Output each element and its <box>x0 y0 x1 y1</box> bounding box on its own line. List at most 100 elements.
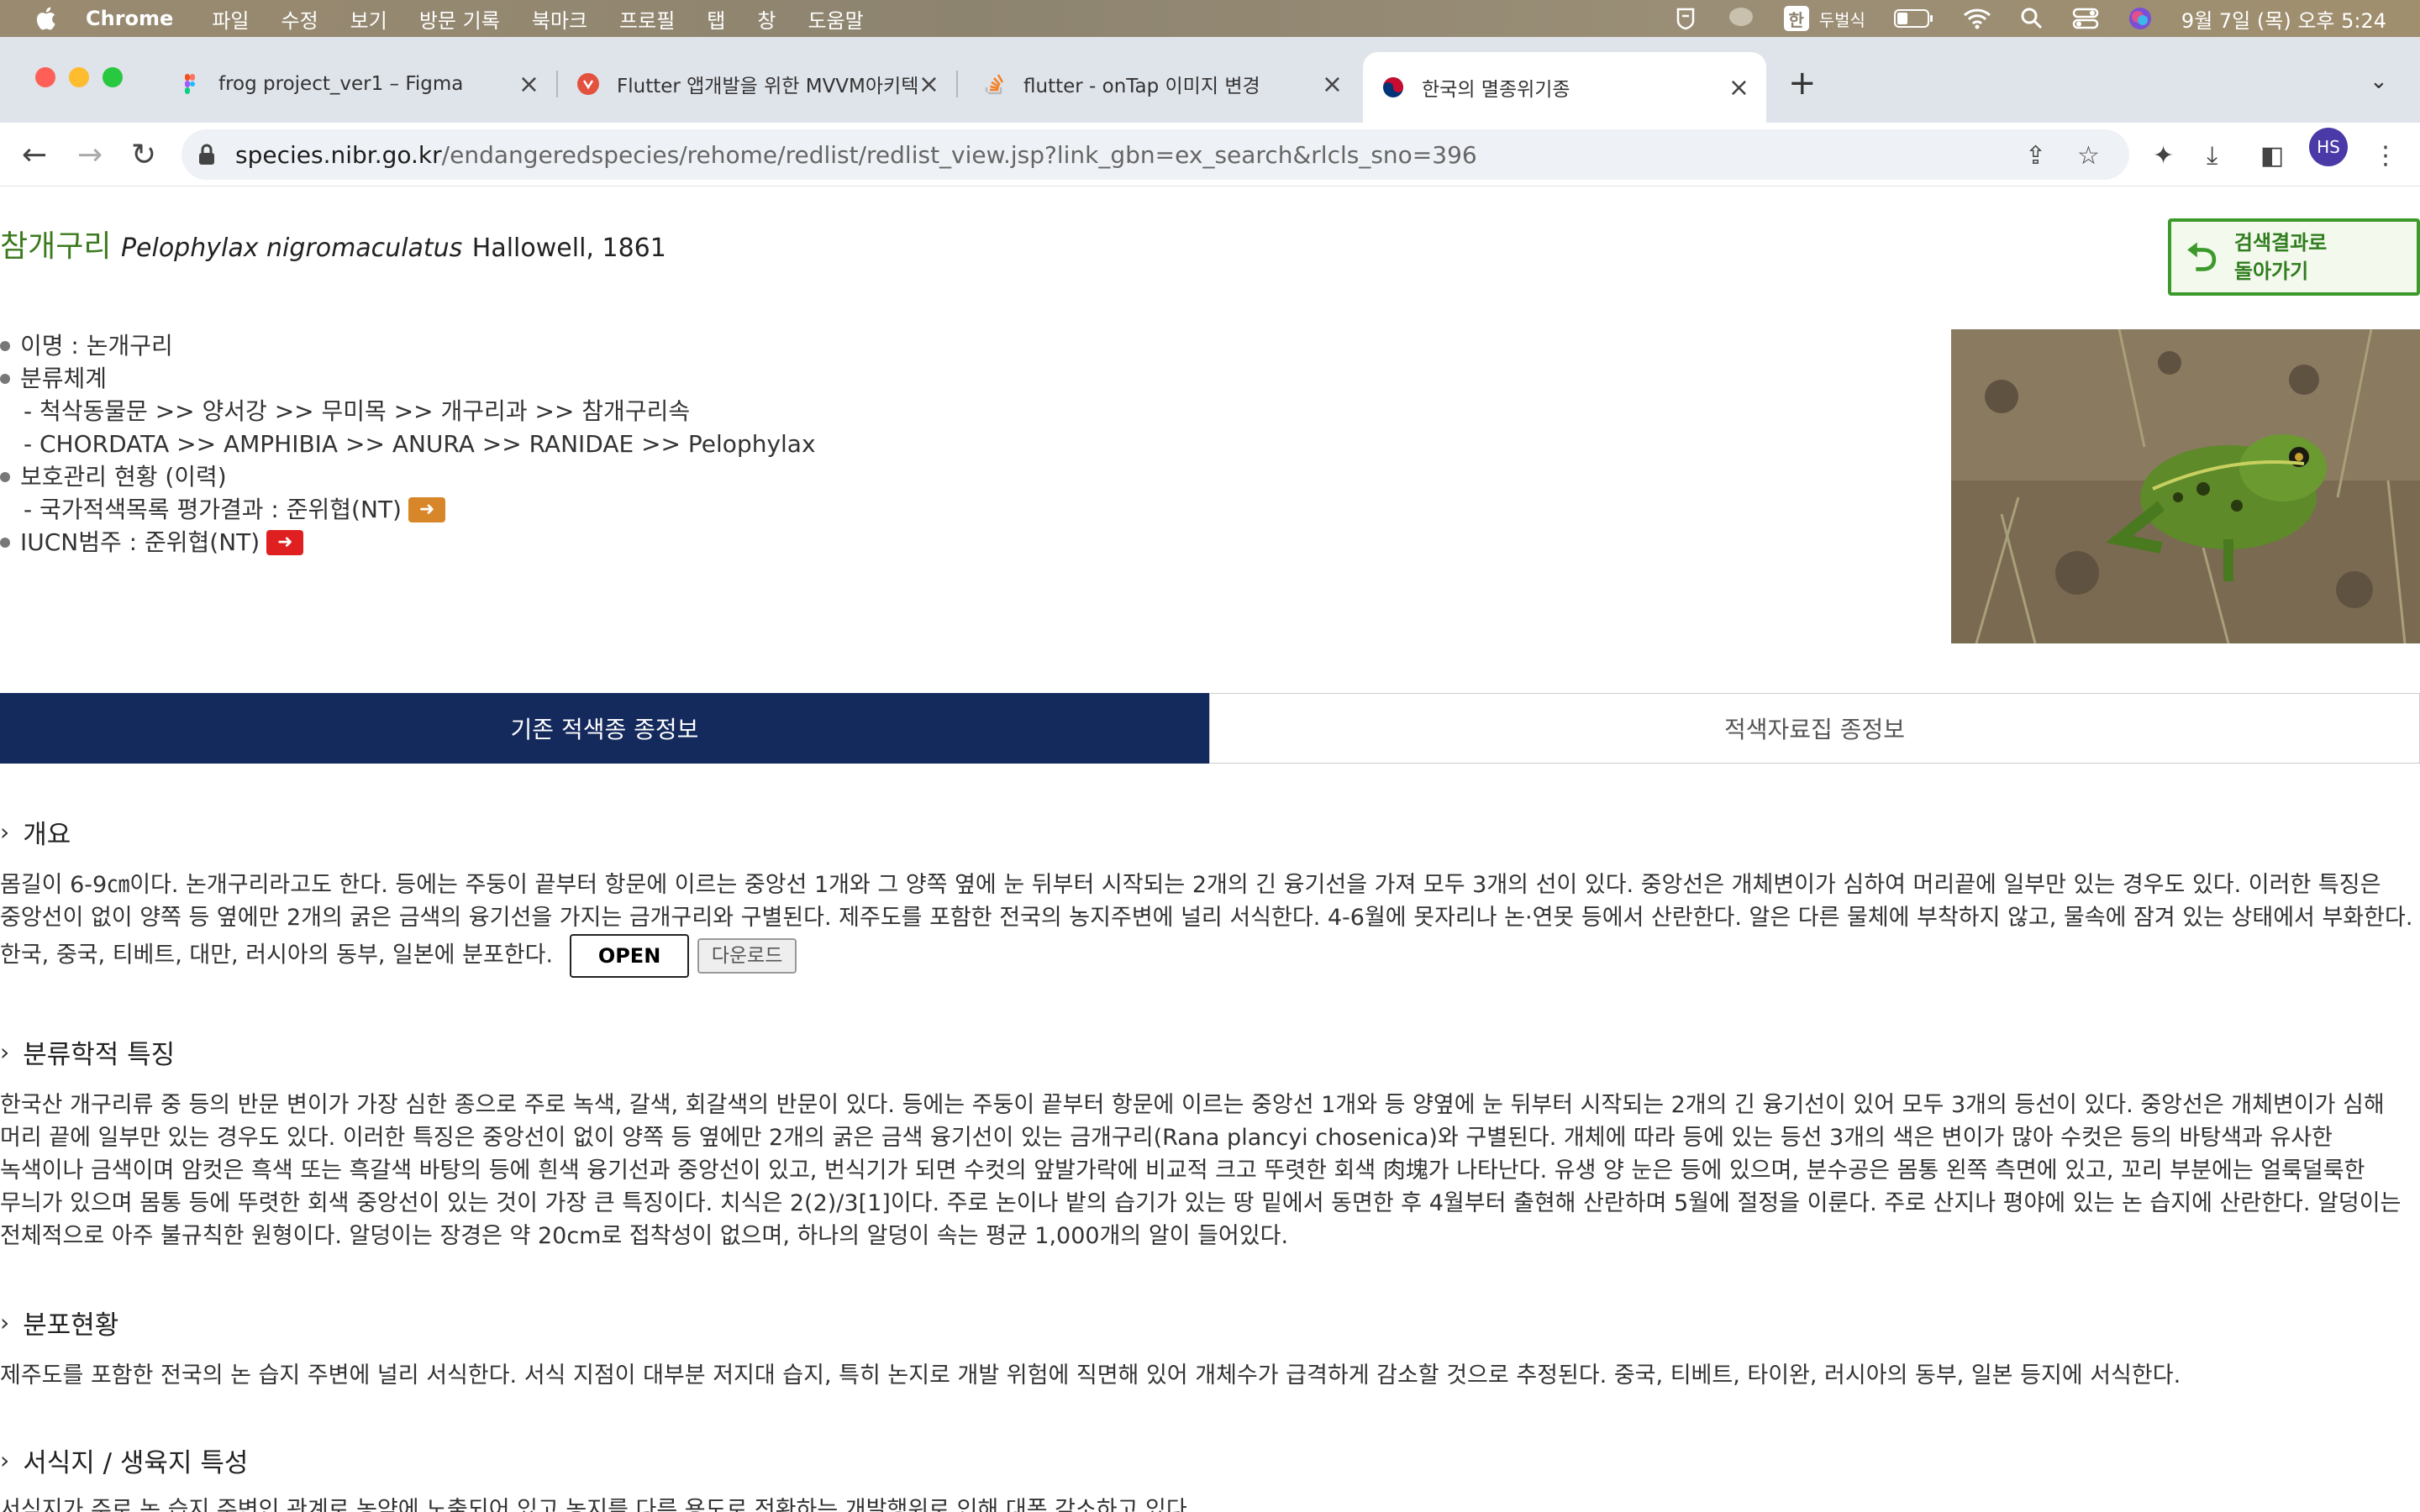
menu-history[interactable]: 방문 기록 <box>419 4 500 34</box>
back-button-line1: 검색결과로 <box>2233 231 2328 255</box>
species-author: Hallowell, 1861 <box>471 234 666 263</box>
bullet-icon <box>0 471 10 482</box>
browser-tab-active[interactable]: 한국의 멸종위기종 × <box>1363 52 1766 123</box>
iucn-arrow-button[interactable]: ➜ <box>266 529 304 555</box>
info-taxonomy-kr: - 척삭동물문 >> 양서강 >> 무미목 >> 개구리과 >> 참개구리속 <box>24 397 691 425</box>
info-alias: 이명 : 논개구리 <box>20 332 173 360</box>
velog-icon <box>577 73 599 95</box>
address-bar[interactable]: species.nibr.go.kr/endangeredspecies/reh… <box>182 129 2129 180</box>
info-protection-label: 보호관리 현황 (이력) <box>20 463 227 491</box>
bullet-icon <box>0 340 10 351</box>
chat-bubble-icon[interactable] <box>1727 6 1755 31</box>
menu-help[interactable]: 도움말 <box>808 4 863 34</box>
menu-file[interactable]: 파일 <box>212 4 249 34</box>
tab-separator <box>956 71 958 97</box>
tab-close-icon[interactable]: × <box>1728 73 1749 102</box>
download-button[interactable]: 다운로드 <box>697 938 797 974</box>
national-redlist-arrow-button[interactable]: ➜ <box>408 496 445 522</box>
profile-avatar[interactable]: HS <box>2309 128 2348 166</box>
spotlight-search-icon[interactable] <box>2020 7 2044 30</box>
species-title: 참개구리 Pelophylax nigromaculatus Hallowell… <box>0 222 666 265</box>
control-center-icon[interactable] <box>2072 7 2099 30</box>
open-license-badge: OPEN <box>570 934 690 978</box>
chevron-right-icon: › <box>0 1309 10 1336</box>
window-close-button[interactable] <box>35 67 55 87</box>
menu-window[interactable]: 창 <box>757 4 776 34</box>
info-taxonomy-en: - CHORDATA >> AMPHIBIA >> ANURA >> RANID… <box>24 430 816 458</box>
tab-existing-redlist-info[interactable]: 기존 적색종 종정보 <box>0 693 1209 764</box>
bookmark-star-icon[interactable]: ☆ <box>2077 141 2100 171</box>
menu-view[interactable]: 보기 <box>350 4 387 34</box>
tab-close-icon[interactable]: × <box>518 70 539 99</box>
browser-toolbar: ← → ↻ species.nibr.go.kr/endangeredspeci… <box>0 123 2420 186</box>
forward-arrow-icon[interactable]: → <box>77 138 103 172</box>
tab-title: flutter - onTap 이미지 변경 <box>1023 76 1260 97</box>
tab-search-chevron-icon[interactable]: ⌄ <box>2370 69 2388 94</box>
new-tab-button[interactable]: + <box>1788 64 1817 102</box>
browser-tab[interactable]: Flutter 앱개발을 위한 MVVM아키텍 × <box>558 57 958 111</box>
section-text: 제주도를 포함한 전국의 논 습지 주변에 널리 서식한다. 서식 지점이 대부… <box>0 1362 2181 1389</box>
back-to-results-button[interactable]: ⮌ 검색결과로 돌아가기 <box>2168 218 2420 296</box>
menu-edit[interactable]: 수정 <box>281 4 318 34</box>
tab-close-icon[interactable]: × <box>918 70 939 99</box>
bullet-icon <box>0 537 10 548</box>
window-zoom-button[interactable] <box>103 67 123 87</box>
return-arrow-icon: ⮌ <box>2186 234 2217 280</box>
section-heading[interactable]: › 분포현황 <box>0 1304 118 1341</box>
tab-close-icon[interactable]: × <box>1322 70 1343 99</box>
lock-icon[interactable] <box>197 144 217 165</box>
menu-tab[interactable]: 탭 <box>707 4 725 34</box>
section-heading[interactable]: › 서식지 / 생육지 특성 <box>0 1441 248 1479</box>
shield-status-icon[interactable] <box>1673 6 1698 31</box>
section-heading[interactable]: › 분류학적 특징 <box>0 1033 175 1071</box>
url-host: species.nibr.go.kr <box>235 140 442 169</box>
stackoverflow-icon <box>985 74 1004 95</box>
wifi-icon[interactable] <box>1963 8 1991 29</box>
menu-bookmarks[interactable]: 북마크 <box>532 4 587 34</box>
side-panel-icon[interactable]: ◧ <box>2260 141 2284 171</box>
battery-icon[interactable] <box>1893 8 1934 29</box>
license-badge: OPEN 다운로드 <box>570 934 797 978</box>
chevron-right-icon: › <box>0 1038 10 1066</box>
chrome-menu-icon[interactable]: ⋮ <box>2373 141 2398 171</box>
section-heading[interactable]: › 개요 <box>0 813 71 851</box>
korea-taegeuk-icon <box>1383 77 1403 97</box>
chevron-right-icon: › <box>0 1446 10 1474</box>
species-info-list: 이명 : 논개구리 분류체계 - 척삭동물문 >> 양서강 >> 무미목 >> … <box>0 329 816 559</box>
menu-bar-clock[interactable]: 9월 7일 (목) 오후 5:24 <box>2181 4 2386 34</box>
url-path: /endangeredspecies/rehome/redlist/redlis… <box>441 140 1477 169</box>
section-text: 한국산 개구리류 중 등의 반문 변이가 가장 심한 종으로 주로 녹색, 갈색… <box>0 1092 2402 1249</box>
chevron-right-icon: › <box>0 818 10 846</box>
frog-photo <box>1951 329 2420 643</box>
bullet-icon <box>0 373 10 384</box>
reload-icon[interactable]: ↻ <box>131 138 156 172</box>
macos-menu-bar: Chrome 파일 수정 보기 방문 기록 북마크 프로필 탭 창 도움말 한 … <box>0 0 2420 37</box>
browser-tab[interactable]: frog project_ver1 – Figma × <box>160 57 558 111</box>
window-minimize-button[interactable] <box>69 67 89 87</box>
figma-icon <box>185 74 195 94</box>
section-text: 서식지가 주로 논 습지 주변인 관계로 농약에 노출되어 있고 농지를 다른 … <box>0 1497 1195 1512</box>
siri-icon[interactable] <box>2128 6 2153 31</box>
apple-icon[interactable] <box>34 6 57 31</box>
browser-tab[interactable]: flutter - onTap 이미지 변경 × <box>960 57 1360 111</box>
download-icon[interactable]: ⤓ <box>2207 141 2217 171</box>
input-source-indicator[interactable]: 한 <box>1783 6 1809 31</box>
section-overview-text: 몸길이 6-9㎝이다. 논개구리라고도 한다. 등에는 주둥이 끝부터 항문에 … <box>0 872 2413 969</box>
menu-profiles[interactable]: 프로필 <box>619 4 675 34</box>
back-button-line2: 돌아가기 <box>2233 260 2309 283</box>
content-tabs: 기존 적색종 종정보 적색자료집 종정보 <box>0 693 2420 764</box>
app-menu-chrome[interactable]: Chrome <box>86 7 173 30</box>
tab-title: Flutter 앱개발을 위한 MVVM아키텍 <box>617 76 919 97</box>
tab-title: frog project_ver1 – Figma <box>218 73 464 95</box>
info-national-redlist: - 국가적색목록 평가결과 : 준위협(NT) <box>24 496 402 523</box>
section-text: 몸길이 6-9㎝이다. 논개구리라고도 한다. 등에는 주둥이 끝부터 항문에 … <box>0 869 2420 978</box>
input-source-name[interactable]: 두벌식 <box>1819 7 1865 31</box>
tab-title: 한국의 멸종위기종 <box>1422 79 1570 101</box>
info-iucn: IUCN범주 : 준위협(NT) <box>20 528 260 556</box>
tab-red-data-book-info[interactable]: 적색자료집 종정보 <box>1209 693 2420 764</box>
info-taxonomy-label: 분류체계 <box>20 365 108 392</box>
back-arrow-icon[interactable]: ← <box>22 138 47 172</box>
extensions-puzzle-icon[interactable]: ✦ <box>2153 141 2174 171</box>
share-icon[interactable]: ⇪ <box>2025 141 2046 171</box>
species-scientific-name: Pelophylax nigromaculatus <box>120 234 463 263</box>
